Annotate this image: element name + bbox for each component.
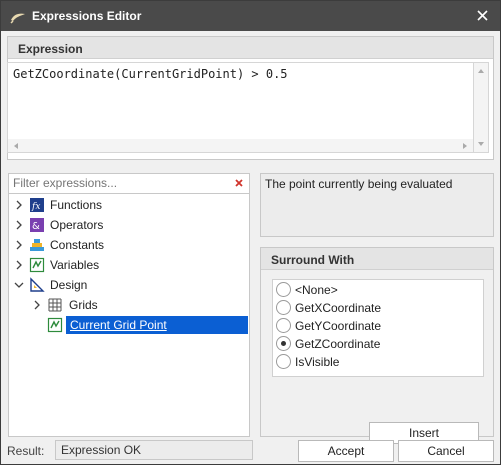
chevron-right-icon[interactable] bbox=[14, 260, 24, 270]
window-title: Expressions Editor bbox=[32, 9, 142, 23]
function-icon: fx bbox=[30, 198, 44, 212]
app-logo-icon bbox=[10, 13, 25, 24]
radio-dot-icon bbox=[281, 341, 286, 346]
radio-label: <None> bbox=[295, 283, 338, 297]
tree-item-operators[interactable]: & Operators bbox=[9, 215, 247, 235]
design-icon bbox=[30, 277, 45, 292]
tree-item-label: Constants bbox=[50, 238, 105, 252]
constants-icon bbox=[30, 239, 44, 251]
svg-text:fx: fx bbox=[31, 202, 40, 212]
radio-button-checked[interactable] bbox=[276, 336, 291, 351]
cancel-button[interactable]: Cancel bbox=[398, 440, 494, 462]
grid-point-icon bbox=[47, 317, 63, 333]
filter-bar bbox=[9, 174, 249, 194]
description-panel: The point currently being evaluated bbox=[260, 173, 494, 237]
tree-item-label: Operators bbox=[50, 218, 104, 232]
tree-item-label: Current Grid Point bbox=[66, 316, 171, 334]
tree-item-grids[interactable]: Grids bbox=[9, 295, 247, 315]
scroll-right-icon[interactable] bbox=[463, 143, 467, 149]
tree-item-label: Design bbox=[50, 278, 88, 292]
scroll-up-icon[interactable] bbox=[478, 69, 484, 73]
radio-option-getycoordinate[interactable]: GetYCoordinate bbox=[273, 317, 483, 335]
tree-item-current-grid-point[interactable]: Current Grid Point bbox=[9, 315, 248, 335]
radio-label: GetXCoordinate bbox=[295, 301, 382, 315]
scroll-down-icon[interactable] bbox=[478, 142, 484, 146]
result-status: Expression OK bbox=[55, 440, 253, 460]
svg-text:&: & bbox=[32, 221, 40, 232]
tree-item-design[interactable]: Design bbox=[9, 275, 247, 295]
radio-label: GetYCoordinate bbox=[295, 319, 382, 333]
surround-options-list: <None> GetXCoordinate GetYCoordinate Get… bbox=[272, 279, 484, 377]
chevron-down-icon[interactable] bbox=[14, 280, 24, 290]
radio-button[interactable] bbox=[276, 300, 291, 315]
tree-item-label: Grids bbox=[69, 298, 98, 312]
surround-with-body: <None> GetXCoordinate GetYCoordinate Get… bbox=[261, 270, 493, 444]
tree-item-variables[interactable]: Variables bbox=[9, 255, 247, 275]
operators-icon: & bbox=[30, 218, 44, 232]
scroll-left-icon[interactable] bbox=[14, 143, 18, 149]
close-icon[interactable] bbox=[466, 1, 500, 31]
radio-button[interactable] bbox=[276, 318, 291, 333]
chevron-right-icon[interactable] bbox=[14, 240, 24, 250]
filter-input[interactable] bbox=[9, 174, 229, 192]
tree-item-label: Variables bbox=[50, 258, 100, 272]
horizontal-scrollbar[interactable] bbox=[7, 139, 474, 153]
expression-tree-panel: fx Functions & Operators Constants bbox=[8, 173, 250, 437]
tree-item-label: Functions bbox=[50, 198, 103, 212]
radio-button[interactable] bbox=[276, 282, 291, 297]
result-label: Result: bbox=[7, 444, 45, 458]
tree-item-functions[interactable]: fx Functions bbox=[9, 195, 247, 215]
chevron-right-icon[interactable] bbox=[32, 300, 42, 310]
accept-button[interactable]: Accept bbox=[298, 440, 394, 462]
radio-option-none[interactable]: <None> bbox=[273, 281, 483, 299]
radio-button[interactable] bbox=[276, 354, 291, 369]
expressions-editor-window: Expressions Editor Expression GetZCoordi… bbox=[0, 0, 501, 465]
clear-filter-icon[interactable] bbox=[233, 177, 245, 189]
surround-with-group: Surround With <None> GetXCoordinate GetY… bbox=[260, 247, 494, 444]
radio-label: GetZCoordinate bbox=[295, 337, 381, 351]
surround-with-header: Surround With bbox=[261, 248, 493, 270]
tree-item-constants[interactable]: Constants bbox=[9, 235, 247, 255]
radio-option-getxcoordinate[interactable]: GetXCoordinate bbox=[273, 299, 483, 317]
expression-header: Expression bbox=[8, 37, 493, 59]
vertical-scrollbar[interactable] bbox=[474, 62, 489, 153]
radio-option-getzcoordinate[interactable]: GetZCoordinate bbox=[273, 335, 483, 353]
chevron-right-icon[interactable] bbox=[14, 200, 24, 210]
description-text: The point currently being evaluated bbox=[265, 177, 453, 191]
grid-icon bbox=[48, 298, 62, 312]
title-bar: Expressions Editor bbox=[1, 1, 500, 31]
variables-icon bbox=[29, 257, 45, 273]
radio-label: IsVisible bbox=[295, 355, 340, 369]
chevron-right-icon[interactable] bbox=[14, 220, 24, 230]
radio-option-isvisible[interactable]: IsVisible bbox=[273, 353, 483, 371]
